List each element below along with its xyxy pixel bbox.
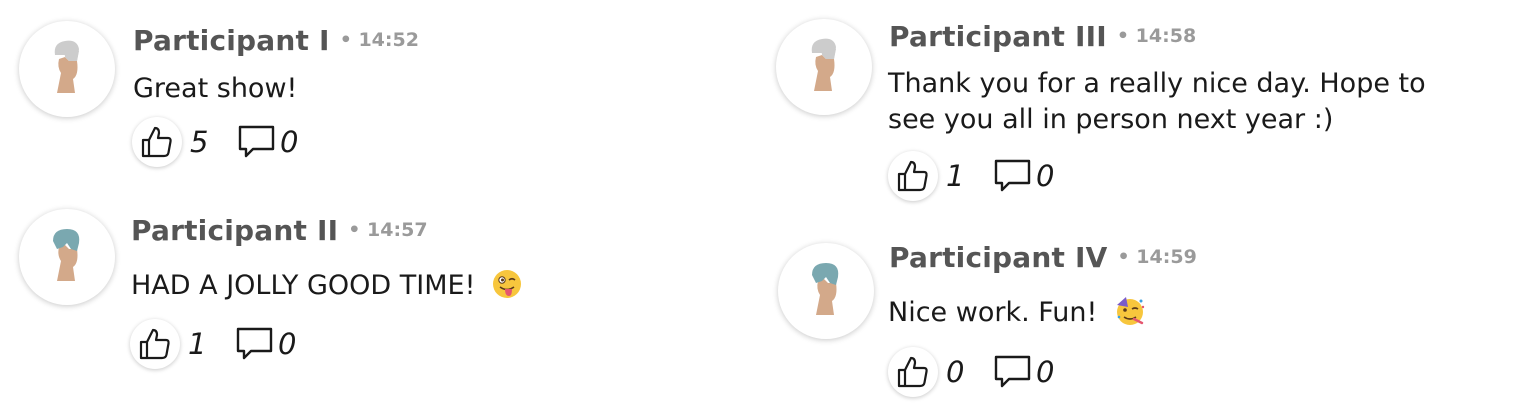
winking-face-with-tongue-icon (493, 269, 522, 298)
like-button[interactable] (130, 319, 180, 369)
speech-bubble-icon (236, 327, 273, 360)
comment-text: HAD A JOLLY GOOD TIME! (131, 270, 476, 301)
author-name: Participant III (889, 20, 1107, 53)
reply-count: 0 (280, 125, 299, 159)
avatar[interactable] (776, 19, 872, 115)
like-button[interactable] (132, 117, 182, 167)
thumbs-up-icon (897, 356, 928, 388)
reply-button[interactable]: 0 (236, 327, 304, 361)
like-count: 1 (188, 327, 207, 361)
author-name: Participant I (133, 24, 330, 57)
avatar[interactable] (778, 243, 874, 339)
participant-teal-hair-avatar-icon (812, 263, 839, 315)
like-button[interactable] (888, 347, 938, 397)
timestamp: • 14:57 (348, 219, 428, 241)
reply-count: 0 (1036, 355, 1055, 389)
like-button[interactable] (888, 151, 938, 201)
like-count: 0 (946, 355, 965, 389)
comment-text: Great show! (133, 73, 298, 104)
thumbs-up-icon (141, 126, 172, 158)
participant-grey-hair-avatar-icon (54, 40, 79, 93)
avatar[interactable] (19, 209, 115, 305)
author-name: Participant II (131, 214, 339, 247)
reply-count: 0 (1036, 159, 1055, 193)
reply-button[interactable]: 0 (994, 159, 1062, 193)
comment-text: Nice work. Fun! (888, 297, 1098, 328)
comment-text-line: Thank you for a really nice day. Hope to (888, 68, 1426, 99)
comment-text-line: see you all in person next year :) (888, 104, 1334, 135)
reply-button[interactable]: 0 (994, 355, 1062, 389)
thumbs-up-icon (897, 160, 928, 192)
thumbs-up-icon (139, 328, 170, 360)
author-name: Participant IV (889, 241, 1108, 274)
participant-grey-hair-avatar-icon (811, 38, 836, 91)
timestamp: • 14:52 (339, 29, 419, 51)
like-count: 5 (190, 125, 209, 159)
like-count: 1 (946, 159, 965, 193)
timestamp: • 14:58 (1116, 25, 1197, 47)
reply-button[interactable]: 0 (238, 125, 306, 159)
speech-bubble-icon (238, 125, 275, 158)
reply-count: 0 (278, 327, 297, 361)
speech-bubble-icon (994, 355, 1031, 388)
timestamp: • 14:59 (1117, 246, 1197, 268)
speech-bubble-icon (994, 159, 1031, 192)
avatar[interactable] (19, 21, 115, 117)
partying-face-icon (1116, 296, 1145, 325)
participant-teal-hair-avatar-icon (53, 229, 80, 281)
